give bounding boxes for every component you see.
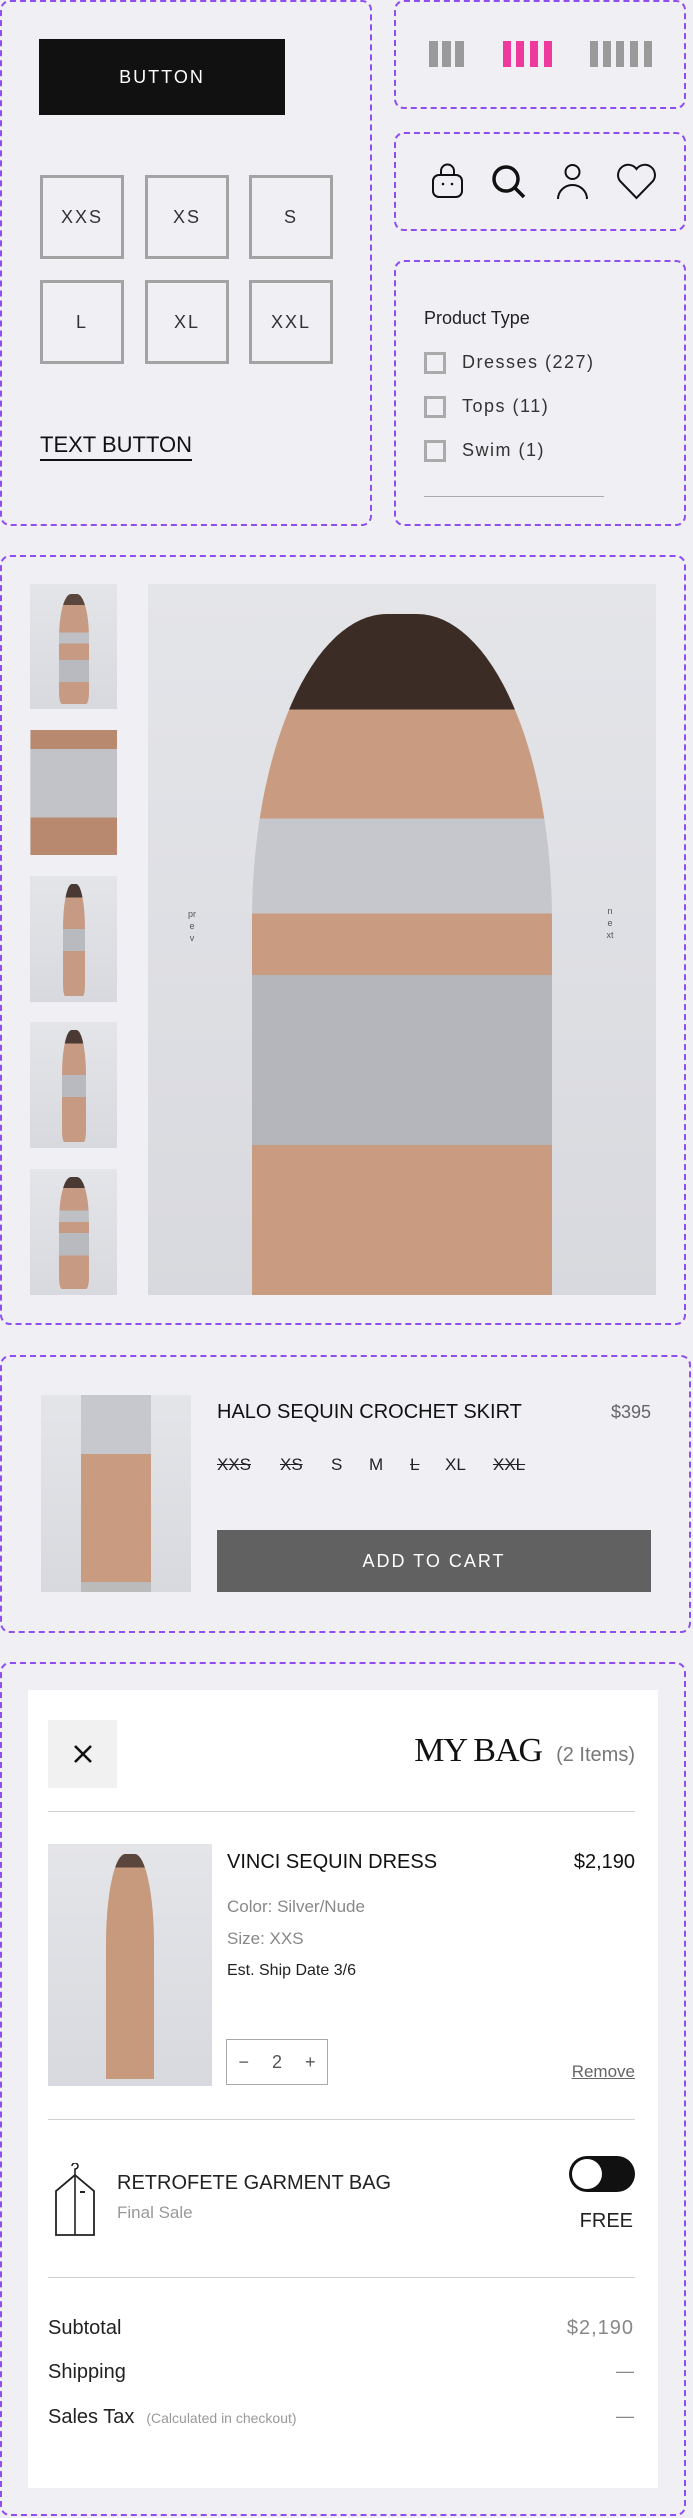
size-box-l[interactable]: L bbox=[40, 280, 124, 364]
size-option-xxs: XXS bbox=[217, 1455, 252, 1474]
bag-divider-bottom bbox=[48, 2277, 635, 2278]
shipping-value: — bbox=[616, 2361, 634, 2381]
garment-bag-toggle[interactable] bbox=[569, 2156, 635, 2192]
grid-5-toggle[interactable] bbox=[590, 41, 652, 67]
bag-item-price: $2,190 bbox=[573, 1851, 635, 1873]
bag-header: MY BAG (2 Items) bbox=[414, 1732, 635, 1770]
quick-add-price: $395 bbox=[610, 1402, 651, 1422]
filter-option-tops[interactable]: Tops (11) bbox=[462, 396, 549, 417]
size-box-xxl[interactable]: XXL bbox=[249, 280, 333, 364]
bag-item-ship-date: Est. Ship Date 3/6 bbox=[227, 1962, 356, 1979]
filter-card bbox=[394, 260, 686, 526]
thumbnail-5[interactable] bbox=[30, 1169, 117, 1295]
checkbox-swim[interactable] bbox=[424, 440, 446, 462]
sales-tax-value: — bbox=[616, 2406, 634, 2426]
close-button[interactable] bbox=[48, 1720, 117, 1788]
model-figure bbox=[252, 614, 552, 1295]
garment-bag-icon bbox=[55, 2163, 95, 2236]
add-to-cart-button[interactable]: ADD TO CART bbox=[217, 1530, 651, 1592]
prev-button[interactable]: prev bbox=[188, 908, 196, 944]
size-option-m[interactable]: M bbox=[369, 1455, 383, 1475]
size-option-xl[interactable]: XL bbox=[445, 1455, 466, 1475]
bag-divider-top bbox=[48, 1811, 635, 1812]
checkbox-dresses[interactable] bbox=[424, 352, 446, 374]
next-button[interactable]: next bbox=[606, 905, 614, 941]
quantity-decrease-button[interactable]: − bbox=[238, 2052, 249, 2073]
size-option-l: L bbox=[410, 1455, 420, 1474]
heart-icon[interactable] bbox=[616, 163, 657, 200]
garment-bag-price: FREE bbox=[579, 2210, 633, 2232]
filter-divider bbox=[424, 496, 604, 497]
user-icon[interactable] bbox=[556, 163, 589, 200]
filter-option-dresses[interactable]: Dresses (227) bbox=[462, 352, 595, 373]
size-box-s[interactable]: S bbox=[249, 175, 333, 259]
bag-divider-mid bbox=[48, 2119, 635, 2120]
quick-add-product-image bbox=[41, 1395, 191, 1592]
filter-title: Product Type bbox=[424, 308, 530, 328]
quantity-increase-button[interactable]: + bbox=[305, 2052, 316, 2073]
sales-tax-label: Sales Tax bbox=[48, 2406, 135, 2428]
size-box-xl[interactable]: XL bbox=[145, 280, 229, 364]
bag-title: MY BAG bbox=[414, 1732, 543, 1769]
close-icon bbox=[73, 1745, 92, 1763]
sales-tax-note: (Calculated in checkout) bbox=[146, 2410, 297, 2426]
text-button[interactable]: TEXT BUTTON bbox=[40, 432, 192, 461]
main-product-image bbox=[148, 584, 656, 1295]
size-box-xxs[interactable]: XXS bbox=[40, 175, 124, 259]
shopping-bag-icon[interactable] bbox=[431, 163, 464, 199]
thumbnail-2[interactable] bbox=[30, 730, 117, 855]
quick-add-title: HALO SEQUIN CROCHET SKIRT bbox=[217, 1401, 522, 1423]
bag-item-image[interactable] bbox=[48, 1844, 212, 2086]
size-option-xxl: XXL bbox=[493, 1455, 526, 1474]
bag-item-color: Color: Silver/Nude bbox=[227, 1897, 365, 1916]
shipping-label: Shipping bbox=[48, 2361, 126, 2383]
filter-option-swim[interactable]: Swim (1) bbox=[462, 440, 545, 461]
bag-item-size: Size: XXS bbox=[227, 1929, 304, 1948]
grid-3-toggle[interactable] bbox=[429, 41, 465, 67]
thumbnail-4[interactable] bbox=[30, 1022, 117, 1148]
garment-bag-title: RETROFETE GARMENT BAG bbox=[117, 2172, 392, 2194]
bag-item-name[interactable]: VINCI SEQUIN DRESS bbox=[227, 1851, 437, 1874]
bag-count: (2 Items) bbox=[556, 1744, 635, 1766]
grid-4-toggle[interactable] bbox=[503, 41, 552, 67]
thumbnail-1[interactable] bbox=[30, 584, 117, 709]
size-box-xs[interactable]: XS bbox=[145, 175, 229, 259]
checkbox-tops[interactable] bbox=[424, 396, 446, 418]
remove-link[interactable]: Remove bbox=[572, 2062, 635, 2082]
quantity-value[interactable]: 2 bbox=[272, 2052, 282, 2073]
size-option-xs: XS bbox=[280, 1455, 303, 1474]
quantity-stepper: − 2 + bbox=[226, 2039, 328, 2085]
garment-bag-subtitle: Final Sale bbox=[117, 2203, 193, 2222]
subtotal-label: Subtotal bbox=[48, 2317, 122, 2339]
size-option-s[interactable]: S bbox=[331, 1455, 342, 1475]
thumbnail-3[interactable] bbox=[30, 876, 117, 1002]
search-icon[interactable] bbox=[490, 163, 527, 200]
subtotal-value: $2,190 bbox=[566, 2317, 634, 2339]
sales-tax-row: Sales Tax (Calculated in checkout) bbox=[48, 2406, 297, 2429]
primary-button[interactable]: BUTTON bbox=[39, 39, 285, 115]
